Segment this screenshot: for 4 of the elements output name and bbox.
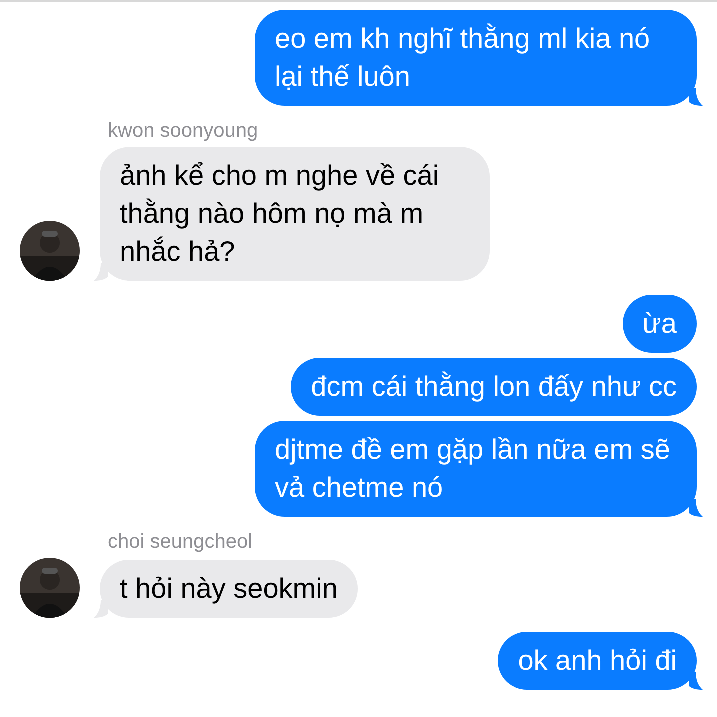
sender-name: kwon soonyoung bbox=[108, 120, 258, 143]
sender-name: choi seungcheol bbox=[108, 531, 253, 554]
message-bubble: đcm cái thằng lon đấy như cc bbox=[291, 358, 697, 416]
message-bubble: ừa bbox=[622, 295, 697, 353]
